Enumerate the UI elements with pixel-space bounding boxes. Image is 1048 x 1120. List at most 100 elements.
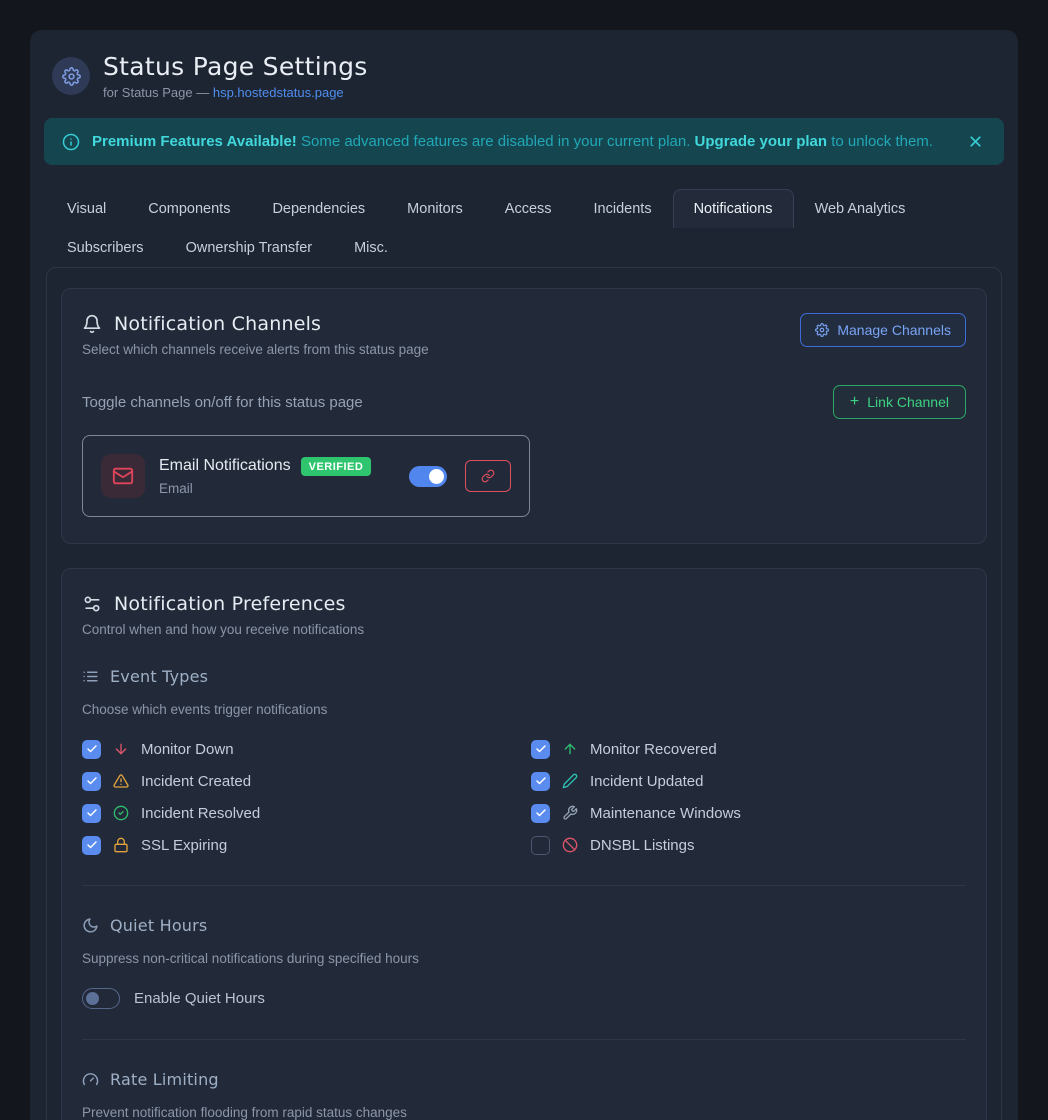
event-dnsbl-listings[interactable]: DNSBL Listings: [531, 835, 966, 855]
event-label: Monitor Recovered: [590, 741, 717, 758]
settings-tabs: Visual Components Dependencies Monitors …: [46, 189, 1002, 267]
pencil-icon: [562, 773, 578, 789]
checkbox-unchecked[interactable]: [531, 836, 550, 855]
arrow-down-icon: [113, 741, 129, 757]
page-header: Status Page Settings for Status Page — h…: [38, 46, 1010, 100]
channel-type: Email: [159, 481, 395, 496]
banner-lead: Premium Features Available!: [92, 133, 297, 150]
close-icon[interactable]: [965, 131, 986, 152]
channels-title: Notification Channels: [114, 313, 321, 335]
tab-visual[interactable]: Visual: [46, 189, 127, 228]
event-monitor-recovered[interactable]: Monitor Recovered: [531, 739, 966, 759]
upgrade-plan-link[interactable]: Upgrade your plan: [695, 133, 828, 150]
manage-channels-label: Manage Channels: [837, 322, 951, 338]
event-label: Incident Resolved: [141, 805, 260, 822]
rate-limiting-description: Prevent notification flooding from rapid…: [82, 1105, 966, 1120]
tab-notifications[interactable]: Notifications: [673, 189, 794, 228]
event-types-description: Choose which events trigger notification…: [82, 702, 966, 717]
checkbox-checked[interactable]: [82, 804, 101, 823]
status-page-link[interactable]: hsp.hostedstatus.page: [213, 85, 344, 100]
rate-limiting-title: Rate Limiting: [110, 1070, 219, 1089]
event-incident-created[interactable]: Incident Created: [82, 771, 517, 791]
alert-triangle-icon: [113, 773, 129, 789]
moon-icon: [82, 917, 99, 934]
event-types-title: Event Types: [110, 667, 208, 686]
toggle-knob: [86, 992, 99, 1005]
preferences-subtitle: Control when and how you receive notific…: [82, 622, 966, 637]
event-maintenance-windows[interactable]: Maintenance Windows: [531, 803, 966, 823]
channel-info: Email Notifications VERIFIED Email: [159, 457, 395, 496]
checkbox-checked[interactable]: [82, 772, 101, 791]
banner-tail-text: to unlock them.: [827, 133, 933, 150]
page-title-block: Status Page Settings for Status Page — h…: [103, 52, 368, 100]
preferences-title: Notification Preferences: [114, 593, 346, 615]
event-label: DNSBL Listings: [590, 837, 695, 854]
page-title: Status Page Settings: [103, 52, 368, 81]
plus-icon: +: [850, 395, 859, 409]
tab-ownership-transfer[interactable]: Ownership Transfer: [165, 228, 334, 267]
quiet-hours-header: Quiet Hours: [82, 916, 966, 935]
ban-icon: [562, 837, 578, 853]
toggle-channels-hint: Toggle channels on/off for this status p…: [82, 394, 363, 411]
event-incident-resolved[interactable]: Incident Resolved: [82, 803, 517, 823]
event-monitor-down[interactable]: Monitor Down: [82, 739, 517, 759]
tools-icon: [562, 805, 578, 821]
checkbox-checked[interactable]: [531, 804, 550, 823]
checkbox-checked[interactable]: [82, 836, 101, 855]
gauge-icon: [82, 1071, 99, 1088]
event-types-grid: Monitor Down Monitor Recovered Incident …: [82, 739, 966, 855]
event-label: SSL Expiring: [141, 837, 227, 854]
verified-badge: VERIFIED: [301, 457, 372, 476]
link-channel-button[interactable]: + Link Channel: [833, 385, 966, 419]
quiet-hours-toggle[interactable]: [82, 988, 120, 1009]
unlink-channel-button[interactable]: [465, 460, 511, 492]
tab-monitors[interactable]: Monitors: [386, 189, 484, 228]
email-channel-card: Email Notifications VERIFIED Email: [82, 435, 530, 517]
event-label: Incident Created: [141, 773, 251, 790]
tab-dependencies[interactable]: Dependencies: [251, 189, 386, 228]
banner-mid-text: Some advanced features are disabled in y…: [297, 133, 695, 150]
lock-icon: [113, 837, 129, 853]
premium-banner: Premium Features Available! Some advance…: [44, 118, 1004, 165]
checkbox-checked[interactable]: [82, 740, 101, 759]
page-subtitle: for Status Page — hsp.hostedstatus.page: [103, 85, 368, 100]
checkbox-checked[interactable]: [531, 740, 550, 759]
toggle-knob: [429, 469, 444, 484]
check-circle-icon: [113, 805, 129, 821]
settings-panel: Status Page Settings for Status Page — h…: [30, 30, 1018, 1120]
event-incident-updated[interactable]: Incident Updated: [531, 771, 966, 791]
notifications-tab-content: Notification Channels Select which chann…: [46, 267, 1002, 1120]
channel-enabled-toggle[interactable]: [409, 466, 447, 487]
quiet-hours-toggle-label: Enable Quiet Hours: [134, 990, 265, 1007]
list-icon: [82, 668, 99, 685]
event-ssl-expiring[interactable]: SSL Expiring: [82, 835, 517, 855]
manage-channels-button[interactable]: Manage Channels: [800, 313, 966, 347]
checkbox-checked[interactable]: [531, 772, 550, 791]
banner-message: Premium Features Available! Some advance…: [92, 133, 953, 150]
info-icon: [62, 133, 80, 151]
section-divider: [82, 1039, 966, 1040]
notification-preferences-card: Notification Preferences Control when an…: [61, 568, 987, 1120]
event-label: Maintenance Windows: [590, 805, 741, 822]
tab-incidents[interactable]: Incidents: [573, 189, 673, 228]
arrow-up-icon: [562, 741, 578, 757]
page-subtitle-text: for Status Page —: [103, 85, 213, 100]
sliders-icon: [82, 594, 102, 614]
gear-icon: [52, 57, 90, 95]
tab-subscribers[interactable]: Subscribers: [46, 228, 165, 267]
link-icon: [481, 469, 495, 483]
tab-misc[interactable]: Misc.: [333, 228, 409, 267]
tab-access[interactable]: Access: [484, 189, 573, 228]
mail-icon: [101, 454, 145, 498]
tab-web-analytics[interactable]: Web Analytics: [794, 189, 927, 228]
section-divider: [82, 885, 966, 886]
quiet-hours-title: Quiet Hours: [110, 916, 207, 935]
link-channel-label: Link Channel: [867, 394, 949, 410]
event-label: Monitor Down: [141, 741, 234, 758]
event-label: Incident Updated: [590, 773, 703, 790]
quiet-hours-description: Suppress non-critical notifications duri…: [82, 951, 966, 966]
gear-icon: [815, 323, 829, 337]
channel-name: Email Notifications: [159, 457, 291, 475]
bell-icon: [82, 314, 102, 334]
tab-components[interactable]: Components: [127, 189, 251, 228]
